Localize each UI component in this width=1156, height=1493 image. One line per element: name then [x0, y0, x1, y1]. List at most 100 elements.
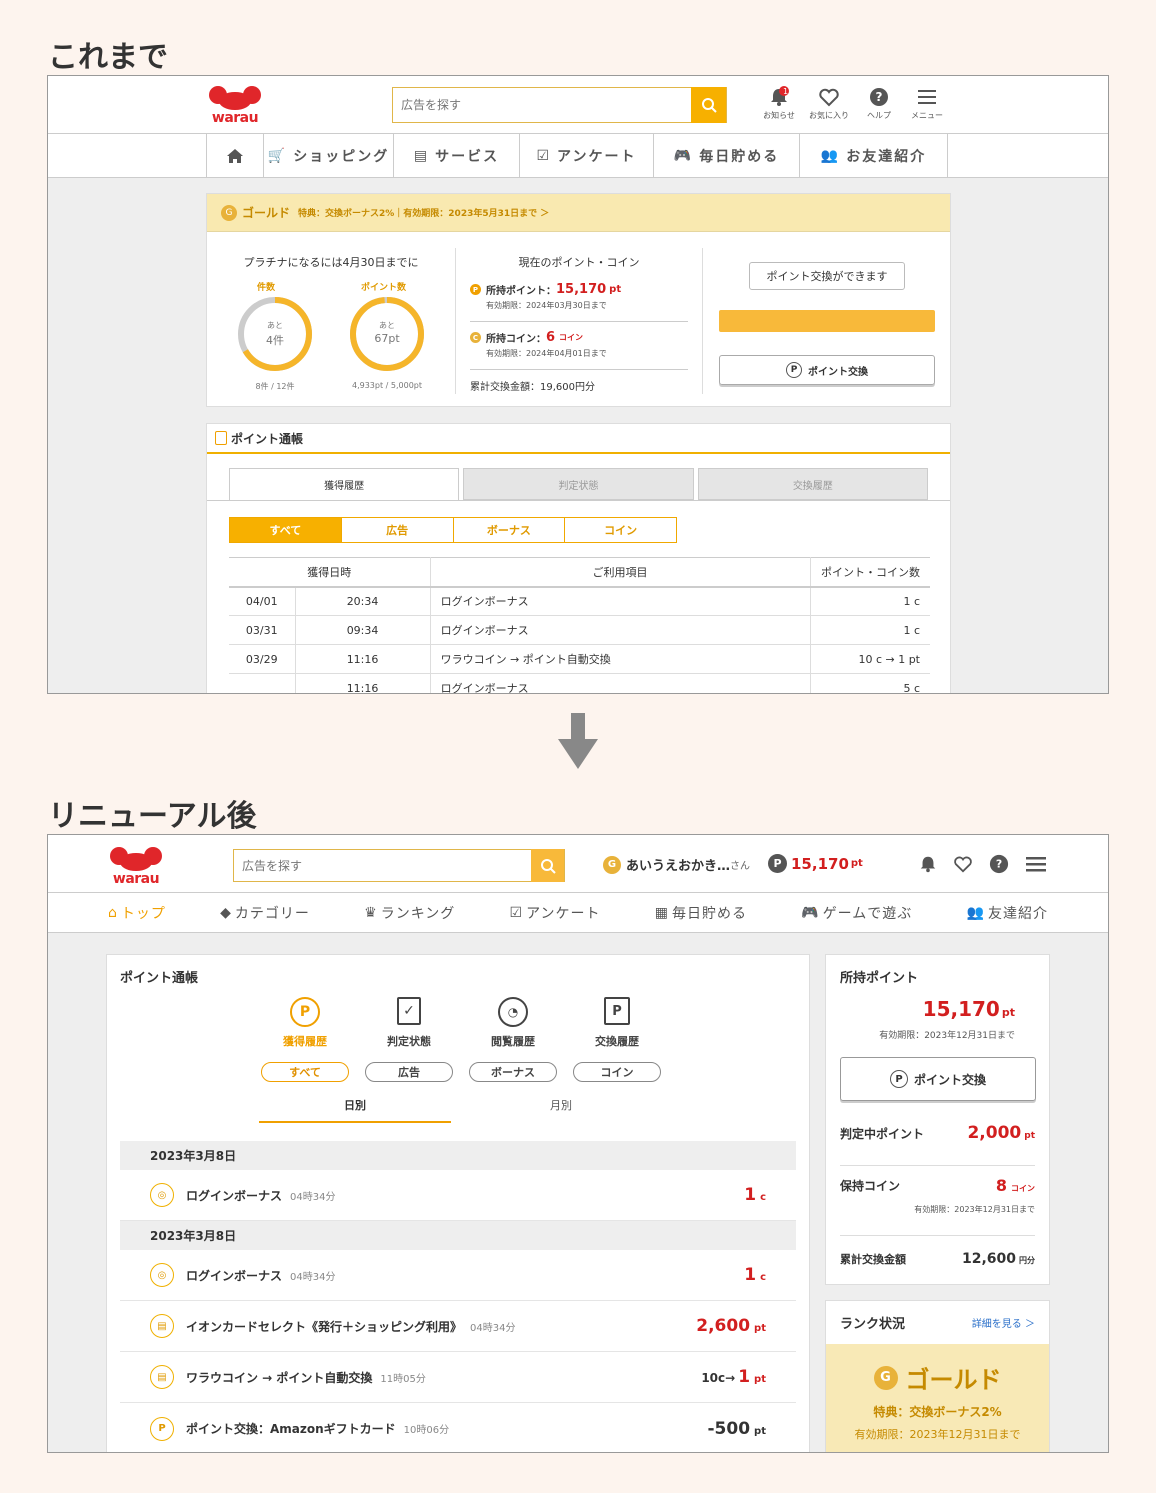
new-tab-judging[interactable]: ✓ 判定状態 [359, 997, 459, 1049]
side-exchange-button[interactable]: P ポイント交換 [840, 1057, 1036, 1101]
side-rank-card: ランク状況 詳細を見る ＞ G ゴールド 特典：交換ボーナス2% 有効期限：20… [825, 1300, 1050, 1452]
old-header-amount: ポイント・コイン数 [810, 557, 930, 588]
new-tab-viewed-label: 閲覧履歴 [491, 1035, 535, 1048]
list-item[interactable]: P ポイント交換：Amazonギフトカード 10時06分 -500 pt [120, 1403, 796, 1452]
new-icon-tabs: P 獲得履歴 ✓ 判定状態 ◔ 閲覧履歴 P 交換履歴 [255, 997, 667, 1049]
new-search-button[interactable] [531, 849, 564, 882]
old-table-header: 獲得日時 ご利用項目 ポイント・コイン数 [229, 557, 930, 588]
old-nav-friend[interactable]: 👥 お友達紹介 [800, 134, 948, 177]
list-item[interactable]: ◎ ログインボーナス 04時34分 1c [120, 1250, 796, 1301]
rank-benefit: 特典：交換ボーナス2% [873, 1405, 1002, 1419]
heart-icon [819, 88, 839, 107]
new-nav-daily[interactable]: ▦ 毎日貯める [655, 893, 747, 932]
notification-label: お知らせ [763, 111, 795, 120]
header-points[interactable]: P 15,170 pt [768, 854, 863, 873]
old-tab-exchange[interactable]: 交換履歴 [697, 468, 928, 500]
old-point-sub: 4,933pt / 5,000pt [351, 381, 422, 390]
gold-badge-icon: G [221, 204, 237, 221]
new-tab-exchange[interactable]: P 交換履歴 [567, 997, 667, 1049]
user-suffix: さん [730, 861, 751, 872]
new-tab-monthly[interactable]: 月別 [451, 1097, 671, 1123]
old-total-exchange: 累計交換金額：19,600円分 [470, 382, 595, 393]
help-icon[interactable]: ? [989, 854, 1009, 874]
old-menu-button[interactable]: メニュー [906, 86, 948, 121]
new-logo[interactable]: warau [106, 845, 166, 887]
new-nav-survey-label: アンケート [526, 905, 601, 922]
home-icon [227, 148, 243, 163]
side-points-title: 所持ポイント [840, 971, 919, 986]
old-nav-shopping[interactable]: 🛒 ショッピング [264, 134, 394, 177]
old-help-button[interactable]: ? ヘルプ [860, 86, 898, 121]
crown-icon: ♛ [364, 904, 378, 921]
new-nav-ranking[interactable]: ♛ ランキング [364, 893, 455, 932]
exchange-icon: P [889, 1070, 908, 1088]
new-filter-bonus[interactable]: ボーナス [469, 1062, 557, 1082]
old-passbook-title: ポイント通帳 [231, 431, 304, 446]
row-amount: 1 c [810, 615, 930, 645]
old-points-value: 15,170 [556, 282, 607, 297]
old-search-input[interactable] [393, 88, 726, 122]
old-rank-card: G ゴールド 特典：交換ボーナス2%｜有効期限：2023年5月31日まで ＞ プ… [206, 193, 951, 407]
old-rank-bar[interactable]: G ゴールド 特典：交換ボーナス2%｜有効期限：2023年5月31日まで ＞ [207, 194, 950, 232]
heart-icon[interactable] [953, 854, 973, 874]
old-nav-home[interactable] [206, 134, 264, 177]
item-name: ログインボーナス [186, 1268, 283, 1283]
new-search-input[interactable] [234, 850, 564, 881]
menu-icon[interactable] [1025, 854, 1047, 874]
divider [470, 321, 688, 322]
old-point-inner-top: あと [379, 321, 395, 330]
row-time: 11:16 [295, 644, 431, 674]
old-exchange-button[interactable]: P ポイント交換 [719, 355, 935, 385]
row-date: 03/31 [229, 615, 296, 645]
old-tab-earned[interactable]: 獲得履歴 [229, 468, 460, 500]
new-tab-viewed[interactable]: ◔ 閲覧履歴 [463, 997, 563, 1049]
item-time: 04時34分 [290, 1271, 336, 1283]
old-coins-value: 6 [546, 330, 556, 345]
old-filter-bonus[interactable]: ボーナス [454, 518, 566, 542]
user-info[interactable]: G あいうえおかき… さん [603, 855, 750, 874]
total-value: 12,600 [961, 1251, 1016, 1267]
old-nav-daily[interactable]: 🎮 毎日貯める [654, 134, 800, 177]
svg-text:?: ? [876, 90, 883, 104]
old-logo[interactable]: warau [205, 84, 265, 126]
new-nav-friend-label: 友達紹介 [987, 905, 1048, 922]
old-search-button[interactable] [691, 87, 726, 123]
old-coins-line: C 所持コイン： 6 コイン [470, 330, 688, 345]
old-current-title: 現在のポイント・コイン [518, 256, 640, 269]
calendar-icon: ▦ [654, 904, 670, 921]
new-nav-top[interactable]: ⌂ トップ [108, 893, 166, 932]
new-filter-ads[interactable]: 広告 [365, 1062, 453, 1082]
old-notification-button[interactable]: 1 お知らせ [758, 86, 800, 121]
help-icon: ? [870, 88, 888, 106]
new-nav-survey[interactable]: ☑ アンケート [510, 893, 601, 932]
new-tab-daily[interactable]: 日別 [259, 1097, 451, 1123]
old-tab-judging[interactable]: 判定状態 [463, 468, 694, 500]
divider [470, 369, 688, 370]
new-nav-category[interactable]: ◆ カテゴリー [220, 893, 310, 932]
passbook-icon [215, 431, 227, 445]
list-item[interactable]: ▤ ワラウコイン → ポイント自動交換 11時05分 10c→ 1 pt [120, 1352, 796, 1403]
old-nav-service[interactable]: ▤ サービス [394, 134, 520, 177]
list-item[interactable]: ◎ ログインボーナス 04時34分 1c [120, 1170, 796, 1221]
new-filter-coin[interactable]: コイン [573, 1062, 661, 1082]
old-nav-survey-label: アンケート [557, 148, 637, 165]
list-item[interactable]: ▤ イオンカードセレクト《発行＋ショッピング利用》 04時34分 2,600 pt [120, 1301, 796, 1352]
new-tab-earned[interactable]: P 獲得履歴 [255, 997, 355, 1049]
gold-badge-icon: G [873, 1365, 898, 1390]
new-nav-game[interactable]: 🎮 ゲームで遊ぶ [801, 893, 912, 932]
old-count-label: 件数 [257, 283, 276, 293]
new-nav-friend[interactable]: 👥 友達紹介 [967, 893, 1048, 932]
bell-icon[interactable] [918, 854, 938, 874]
user-name: あいうえおかき… [626, 859, 731, 874]
old-exchange-progress [719, 310, 935, 332]
old-filter-coin[interactable]: コイン [565, 518, 676, 542]
old-filter-ads[interactable]: 広告 [342, 518, 454, 542]
rank-detail-link[interactable]: 詳細を見る ＞ [972, 1315, 1035, 1330]
new-filter-all[interactable]: すべて [261, 1062, 349, 1082]
item-time: 11時05分 [380, 1373, 426, 1385]
old-nav-survey[interactable]: ☑ アンケート [520, 134, 654, 177]
points-icon: ▤ [150, 1365, 174, 1389]
old-filter-all[interactable]: すべて [230, 518, 342, 542]
old-coins-label: 所持コイン： [486, 334, 546, 345]
old-favorite-button[interactable]: お気に入り [806, 86, 852, 121]
